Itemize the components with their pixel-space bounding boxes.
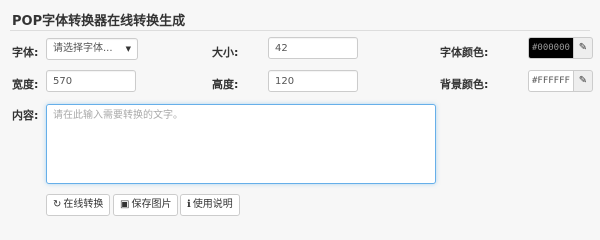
size-input[interactable] [268, 37, 358, 59]
bg-color-swatch[interactable]: #FFFFFF [528, 70, 574, 92]
font-select[interactable]: 请选择字体... ▼ [46, 38, 138, 60]
edit-icon[interactable]: ✎ [573, 37, 593, 59]
content-label: 内容: [12, 109, 39, 122]
size-label: 大小: [212, 46, 239, 59]
edit-icon[interactable]: ✎ [573, 70, 593, 92]
font-label: 字体: [12, 46, 39, 59]
bg-color-picker[interactable]: #FFFFFF ✎ [528, 70, 594, 92]
image-icon: ▣ [120, 199, 130, 210]
page-title: POP字体转换器在线转换生成 [12, 14, 186, 29]
font-color-picker[interactable]: #000000 ✎ [528, 37, 594, 59]
info-icon: ℹ [187, 199, 191, 210]
convert-button-label: 在线转换 [63, 199, 104, 210]
chevron-down-icon: ▼ [125, 45, 131, 53]
refresh-icon: ↻ [53, 199, 62, 210]
content-textarea[interactable] [46, 104, 436, 184]
font-color-swatch[interactable]: #000000 [528, 37, 574, 59]
height-label: 高度: [212, 78, 239, 91]
save-image-button-label: 保存图片 [131, 199, 172, 210]
help-button-label: 使用说明 [192, 199, 233, 210]
width-label: 宽度: [12, 78, 39, 91]
height-input[interactable] [268, 70, 358, 92]
convert-button[interactable]: ↻ 在线转换 [46, 194, 111, 216]
help-button[interactable]: ℹ 使用说明 [180, 194, 240, 216]
title-divider [10, 30, 590, 31]
save-image-button[interactable]: ▣ 保存图片 [113, 194, 179, 216]
width-input[interactable] [46, 70, 136, 92]
font-select-value: 请选择字体... [53, 43, 113, 54]
bg-color-label: 背景颜色: [440, 78, 489, 91]
font-color-label: 字体颜色: [440, 46, 489, 59]
